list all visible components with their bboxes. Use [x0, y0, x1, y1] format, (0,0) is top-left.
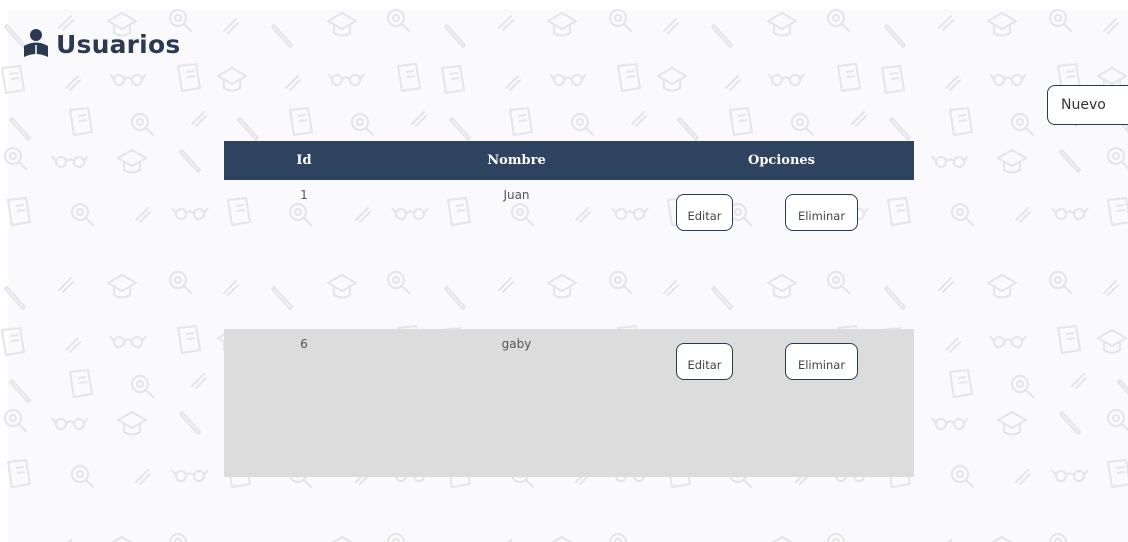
page-title: Usuarios [56, 29, 181, 59]
table-header: Id Nombre Opciones [224, 141, 914, 180]
cell-id: 6 [300, 337, 308, 351]
cell-nombre: gaby [501, 337, 532, 351]
user-book-icon [24, 29, 48, 57]
table-row: 1 Juan Editar Eliminar [224, 180, 914, 329]
edit-button[interactable]: Editar [676, 343, 733, 380]
cell-opciones: Editar Eliminar [649, 180, 914, 329]
delete-button[interactable]: Eliminar [785, 194, 858, 231]
column-header-opciones: Opciones [748, 153, 815, 168]
cell-nombre: Juan [503, 188, 530, 202]
cell-id: 1 [300, 188, 308, 202]
delete-button[interactable]: Eliminar [785, 343, 858, 380]
page-header: Usuarios [18, 26, 180, 62]
column-header-nombre: Nombre [487, 153, 546, 168]
edit-button[interactable]: Editar [676, 194, 733, 231]
column-header-id: Id [296, 153, 312, 168]
table-row: 6 gaby Editar Eliminar [224, 329, 914, 477]
cell-opciones: Editar Eliminar [649, 329, 914, 477]
users-table: Id Nombre Opciones 1 Juan Editar Elimina… [224, 141, 914, 477]
new-user-button[interactable]: Nuevo [1047, 85, 1128, 125]
